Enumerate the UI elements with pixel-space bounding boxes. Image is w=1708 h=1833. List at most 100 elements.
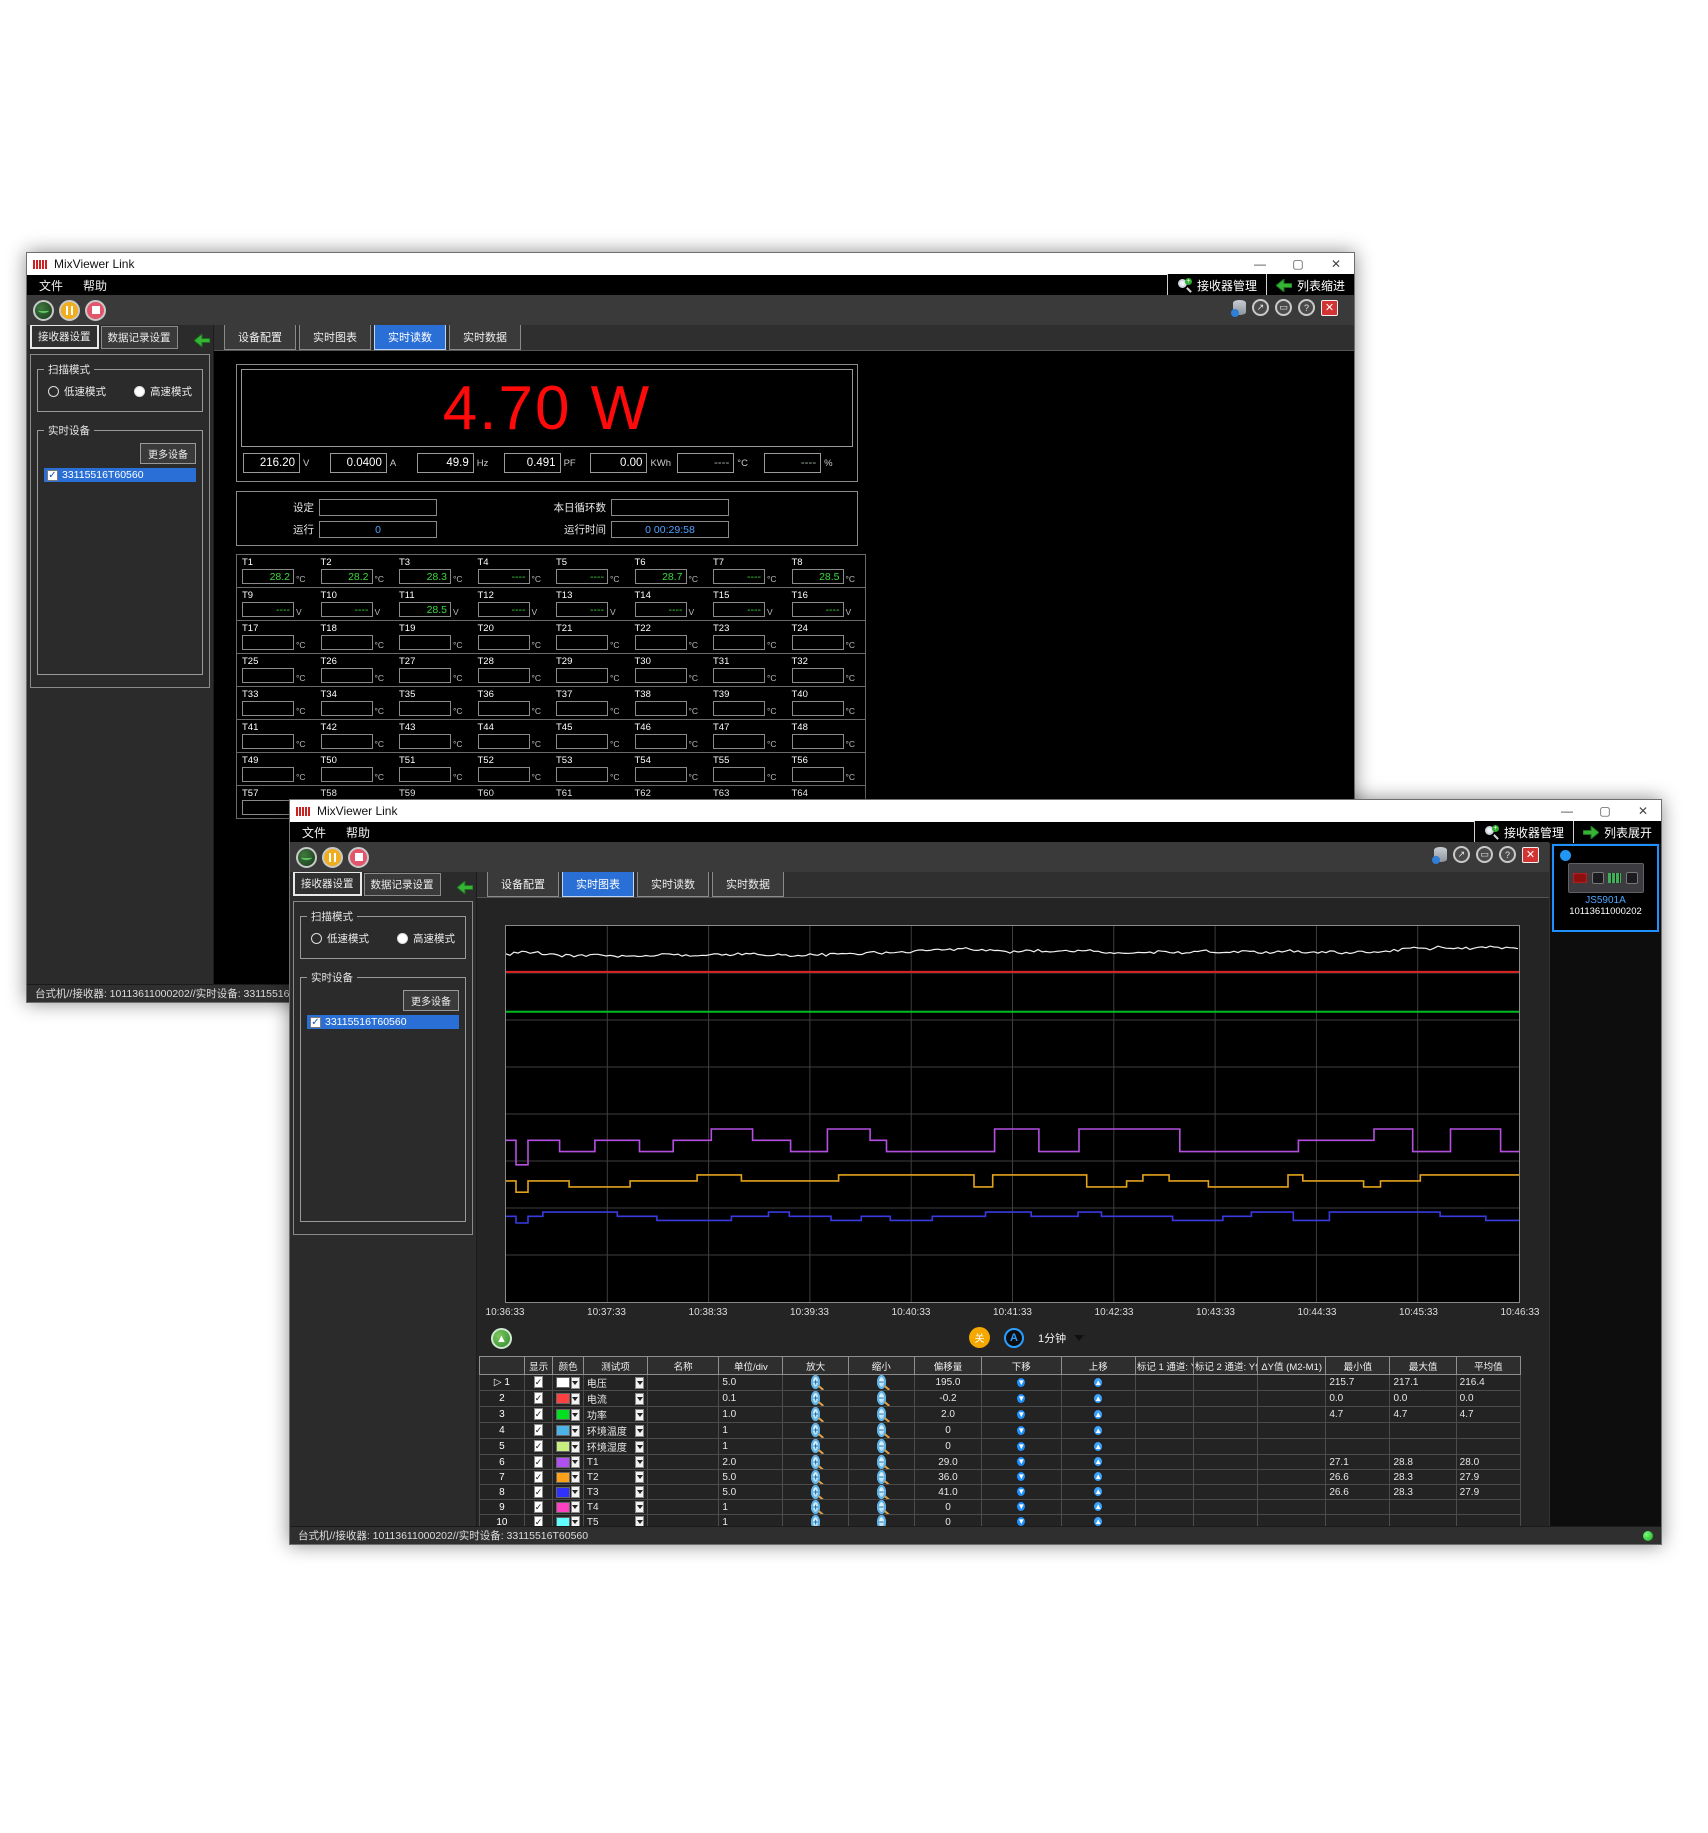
autoscale-button[interactable]: A xyxy=(1004,1328,1024,1348)
column-header[interactable]: 平均值 xyxy=(1456,1357,1520,1375)
pause-button[interactable] xyxy=(59,300,80,321)
tab-实时图表[interactable]: 实时图表 xyxy=(299,324,371,350)
tab-receiver-settings[interactable]: 接收器设置 xyxy=(30,324,99,349)
column-header[interactable]: 标记 2 通道: Y值 xyxy=(1193,1357,1257,1375)
close-button[interactable]: ✕ xyxy=(1320,254,1352,274)
close-button[interactable]: ✕ xyxy=(1627,801,1659,821)
zoom-in-icon[interactable]: + xyxy=(811,1455,820,1469)
column-header[interactable]: 最大值 xyxy=(1390,1357,1456,1375)
device-checkbox[interactable]: ✓ xyxy=(310,1017,321,1028)
cycles-input[interactable] xyxy=(611,499,729,516)
zoom-out-icon[interactable]: − xyxy=(877,1407,886,1421)
zoom-out-icon[interactable]: − xyxy=(877,1423,886,1437)
move-up-button[interactable]: ▲ xyxy=(1094,1487,1102,1496)
column-header[interactable] xyxy=(480,1357,525,1375)
row-number[interactable]: 9 xyxy=(480,1500,525,1515)
tab-receiver-settings[interactable]: 接收器设置 xyxy=(293,871,362,896)
color-dropdown-button[interactable] xyxy=(571,1409,580,1421)
column-header[interactable]: 单位/div xyxy=(719,1357,783,1375)
color-swatch[interactable] xyxy=(556,1377,570,1388)
move-up-button[interactable]: ▲ xyxy=(1094,1457,1102,1466)
zoom-in-icon[interactable]: + xyxy=(811,1391,820,1405)
maximize-button[interactable]: ▢ xyxy=(1589,801,1621,821)
device-checkbox[interactable]: ✓ xyxy=(47,470,58,481)
tab-设备配置[interactable]: 设备配置 xyxy=(224,324,296,350)
name-cell[interactable] xyxy=(648,1439,719,1455)
move-down-button[interactable]: ▼ xyxy=(1017,1457,1025,1466)
table-row[interactable]: 8✓T35.0+−41.0▼▲26.628.327.9 xyxy=(480,1485,1521,1500)
color-dropdown-button[interactable] xyxy=(571,1486,580,1498)
move-up-button[interactable]: ▲ xyxy=(1094,1378,1102,1387)
zoom-in-icon[interactable]: + xyxy=(811,1407,820,1421)
column-header[interactable]: 颜色 xyxy=(553,1357,584,1375)
move-up-button[interactable]: ▲ xyxy=(1094,1394,1102,1403)
item-dropdown-button[interactable] xyxy=(635,1409,644,1421)
item-dropdown-button[interactable] xyxy=(635,1456,644,1468)
stop-button[interactable] xyxy=(85,300,106,321)
color-swatch[interactable] xyxy=(556,1441,570,1452)
color-swatch[interactable] xyxy=(556,1425,570,1436)
move-up-button[interactable]: ▲ xyxy=(1094,1472,1102,1481)
color-swatch[interactable] xyxy=(556,1472,570,1483)
color-swatch[interactable] xyxy=(556,1393,570,1404)
column-header[interactable]: 测试项 xyxy=(583,1357,647,1375)
name-cell[interactable] xyxy=(648,1455,719,1470)
row-number[interactable]: 7 xyxy=(480,1470,525,1485)
close-view-button[interactable]: ✕ xyxy=(1321,300,1338,316)
move-down-button[interactable]: ▼ xyxy=(1017,1378,1025,1387)
column-header[interactable]: 下移 xyxy=(982,1357,1061,1375)
color-swatch[interactable] xyxy=(556,1487,570,1498)
tab-实时读数[interactable]: 实时读数 xyxy=(637,871,709,897)
zoom-in-icon[interactable]: + xyxy=(811,1470,820,1484)
name-cell[interactable] xyxy=(648,1375,719,1391)
zoom-in-icon[interactable]: + xyxy=(811,1439,820,1453)
move-down-button[interactable]: ▼ xyxy=(1017,1517,1025,1526)
name-cell[interactable] xyxy=(648,1391,719,1407)
color-swatch[interactable] xyxy=(556,1409,570,1420)
receiver-manage-button[interactable]: + 接收器管理 xyxy=(1474,821,1573,843)
color-dropdown-button[interactable] xyxy=(571,1377,580,1389)
move-down-button[interactable]: ▼ xyxy=(1017,1394,1025,1403)
move-down-button[interactable]: ▼ xyxy=(1017,1502,1025,1511)
column-header[interactable]: 放大 xyxy=(783,1357,848,1375)
interval-select[interactable]: 1分钟 xyxy=(1038,1330,1084,1346)
data-sync-icon[interactable] xyxy=(1233,300,1246,315)
name-cell[interactable] xyxy=(648,1470,719,1485)
move-up-button[interactable]: ▲ xyxy=(1094,1426,1102,1435)
name-cell[interactable] xyxy=(648,1423,719,1439)
move-down-button[interactable]: ▼ xyxy=(1017,1426,1025,1435)
column-header[interactable]: 偏移量 xyxy=(914,1357,981,1375)
table-row[interactable]: 7✓T25.0+−36.0▼▲26.628.327.9 xyxy=(480,1470,1521,1485)
device-list-item[interactable]: ✓ 33115516T60560 xyxy=(44,468,196,482)
close-view-button[interactable]: ✕ xyxy=(1522,847,1539,863)
minimize-button[interactable]: — xyxy=(1551,801,1583,821)
tab-record-settings[interactable]: 数据记录设置 xyxy=(364,873,441,896)
move-up-button[interactable]: ▲ xyxy=(1094,1442,1102,1451)
scan-start-button[interactable] xyxy=(33,300,54,321)
move-up-button[interactable]: ▲ xyxy=(1094,1410,1102,1419)
name-cell[interactable] xyxy=(648,1485,719,1500)
column-header[interactable]: 显示 xyxy=(524,1357,553,1375)
row-number[interactable]: ▷ 1 xyxy=(480,1375,525,1391)
collapse-panel-arrow-icon[interactable] xyxy=(194,334,210,347)
radio-high-speed[interactable]: 高速模式 xyxy=(397,931,455,946)
color-dropdown-button[interactable] xyxy=(571,1471,580,1483)
window-icon[interactable]: ▭ xyxy=(1476,846,1493,863)
move-up-button[interactable]: ▲ xyxy=(1094,1502,1102,1511)
zoom-out-icon[interactable]: − xyxy=(877,1470,886,1484)
column-header[interactable]: 名称 xyxy=(648,1357,719,1375)
table-row[interactable]: 9✓T41+−0▼▲ xyxy=(480,1500,1521,1515)
scan-start-button[interactable] xyxy=(296,847,317,868)
zoom-in-icon[interactable]: + xyxy=(811,1423,820,1437)
row-number[interactable]: 3 xyxy=(480,1407,525,1423)
table-row[interactable]: ▷ 1✓电压5.0+−195.0▼▲215.7217.1216.4 xyxy=(480,1375,1521,1391)
menu-help[interactable]: 帮助 xyxy=(83,277,107,294)
show-checkbox[interactable]: ✓ xyxy=(534,1376,544,1388)
menu-file[interactable]: 文件 xyxy=(302,824,326,841)
table-row[interactable]: 3✓功率1.0+−2.0▼▲4.74.74.7 xyxy=(480,1407,1521,1423)
name-cell[interactable] xyxy=(648,1407,719,1423)
collapse-panel-arrow-icon[interactable] xyxy=(457,881,473,894)
pause-button[interactable] xyxy=(322,847,343,868)
zoom-out-icon[interactable]: − xyxy=(877,1439,886,1453)
minimize-button[interactable]: — xyxy=(1244,254,1276,274)
